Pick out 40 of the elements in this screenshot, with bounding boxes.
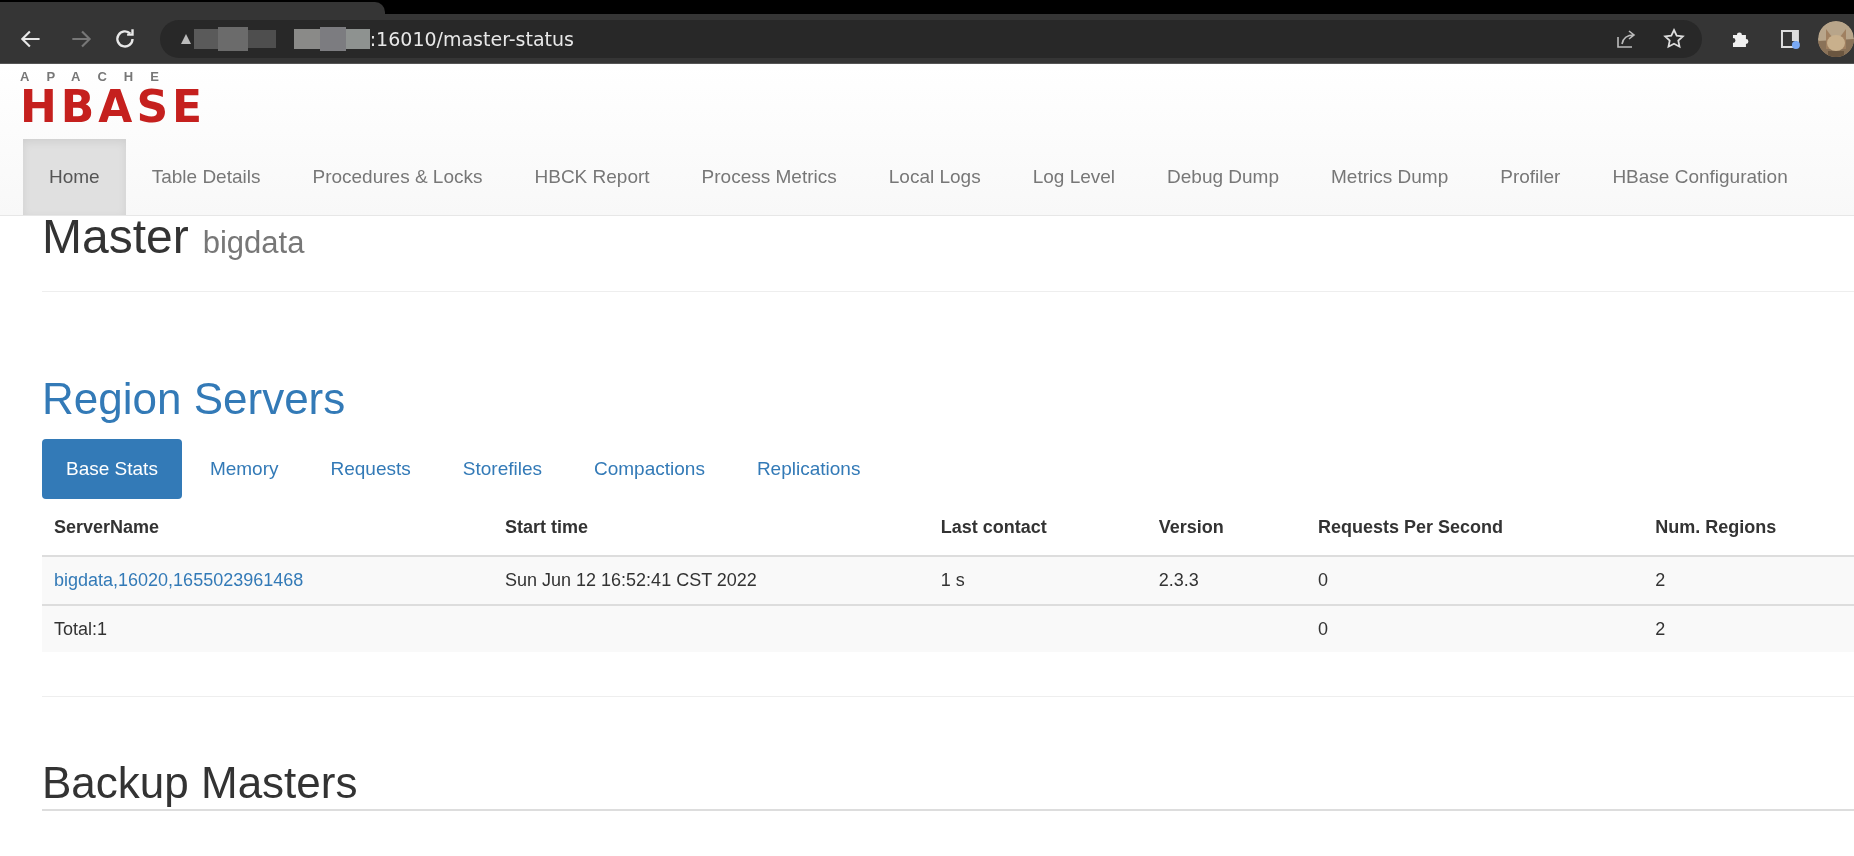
tab[interactable]: Storefiles — [438, 439, 566, 499]
table-cell: 0 — [1317, 618, 1328, 639]
nav-item[interactable]: Log Level — [1006, 139, 1142, 215]
nav-item[interactable]: Table Details — [125, 139, 287, 215]
column-header: Version — [1158, 516, 1224, 537]
tab[interactable]: Requests — [306, 439, 435, 499]
table-cell: 1 s — [940, 570, 965, 590]
table-cell: Sun Jun 12 16:52:41 CST 2022 — [505, 570, 757, 590]
column-header: ServerName — [54, 516, 160, 537]
hbase-logo[interactable]: APACHE HBASE — [20, 70, 207, 130]
nav-item[interactable]: Local Logs — [862, 139, 1007, 215]
tab[interactable]: Compactions — [570, 439, 729, 499]
column-header: Last contact — [940, 516, 1047, 537]
address-bar[interactable]: :16010/master-status — [159, 19, 1703, 58]
table-cell: 2.3.3 — [1158, 570, 1199, 590]
page-title: Master — [42, 212, 189, 262]
tab[interactable]: Base Stats — [42, 439, 182, 499]
host-name: bigdata — [202, 225, 305, 261]
tab[interactable]: Replications — [732, 439, 885, 499]
table-cell: 2 — [1655, 618, 1666, 639]
tab[interactable]: Memory — [185, 439, 303, 499]
nav-item[interactable]: Metrics Dump — [1305, 139, 1475, 215]
table-cell: 2 — [1655, 570, 1666, 590]
column-header: Start time — [505, 516, 589, 537]
nav-item[interactable]: Process Metrics — [675, 139, 863, 215]
section-title: Backup Masters — [42, 757, 359, 809]
nav-item[interactable]: HBCK Report — [508, 139, 676, 215]
nav-item[interactable]: Debug Dump — [1141, 139, 1305, 215]
warning-icon[interactable] — [179, 32, 192, 45]
nav-item[interactable]: HBase Configuration — [1586, 139, 1814, 215]
column-header: Requests Per Second — [1317, 516, 1503, 537]
nav-item[interactable]: Home — [23, 139, 126, 215]
section-title: Region Servers — [42, 375, 347, 425]
nav-item[interactable]: Profiler — [1474, 139, 1587, 215]
table-cell: Total:1 — [54, 618, 108, 639]
star-icon[interactable] — [1662, 26, 1687, 51]
nav-item[interactable]: Procedures & Locks — [286, 139, 509, 215]
address-text: :16010/master-status — [369, 27, 574, 50]
column-header: Num. Regions — [1655, 516, 1777, 537]
table-cell: 0 — [1317, 570, 1328, 590]
